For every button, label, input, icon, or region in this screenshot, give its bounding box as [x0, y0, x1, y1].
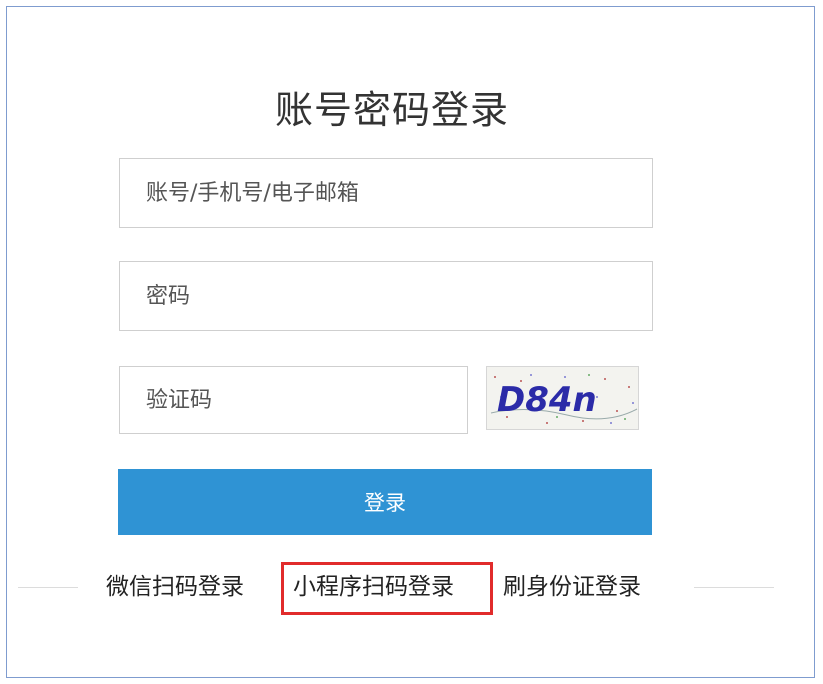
password-input[interactable]	[120, 262, 652, 330]
captcha-text: D84n	[497, 380, 597, 420]
id-card-login-link[interactable]: 刷身份证登录	[503, 571, 641, 603]
login-button[interactable]: 登录	[118, 469, 652, 535]
divider-right	[694, 587, 774, 588]
divider-left	[18, 587, 78, 588]
wechat-scan-login-link[interactable]: 微信扫码登录	[106, 571, 244, 603]
page-title: 账号密码登录	[274, 88, 509, 132]
password-field-wrapper	[119, 261, 653, 331]
captcha-image[interactable]: D84n	[486, 366, 639, 430]
miniprogram-scan-login-link[interactable]: 小程序扫码登录	[293, 571, 454, 603]
captcha-field-wrapper	[119, 366, 468, 434]
login-page: 账号密码登录 账号/手机号/电子邮箱 验证码 D84n 登录 微信扫码登录 小程…	[0, 0, 823, 684]
account-field-wrapper	[119, 158, 653, 228]
account-input[interactable]	[120, 159, 652, 227]
captcha-input[interactable]	[120, 367, 467, 433]
